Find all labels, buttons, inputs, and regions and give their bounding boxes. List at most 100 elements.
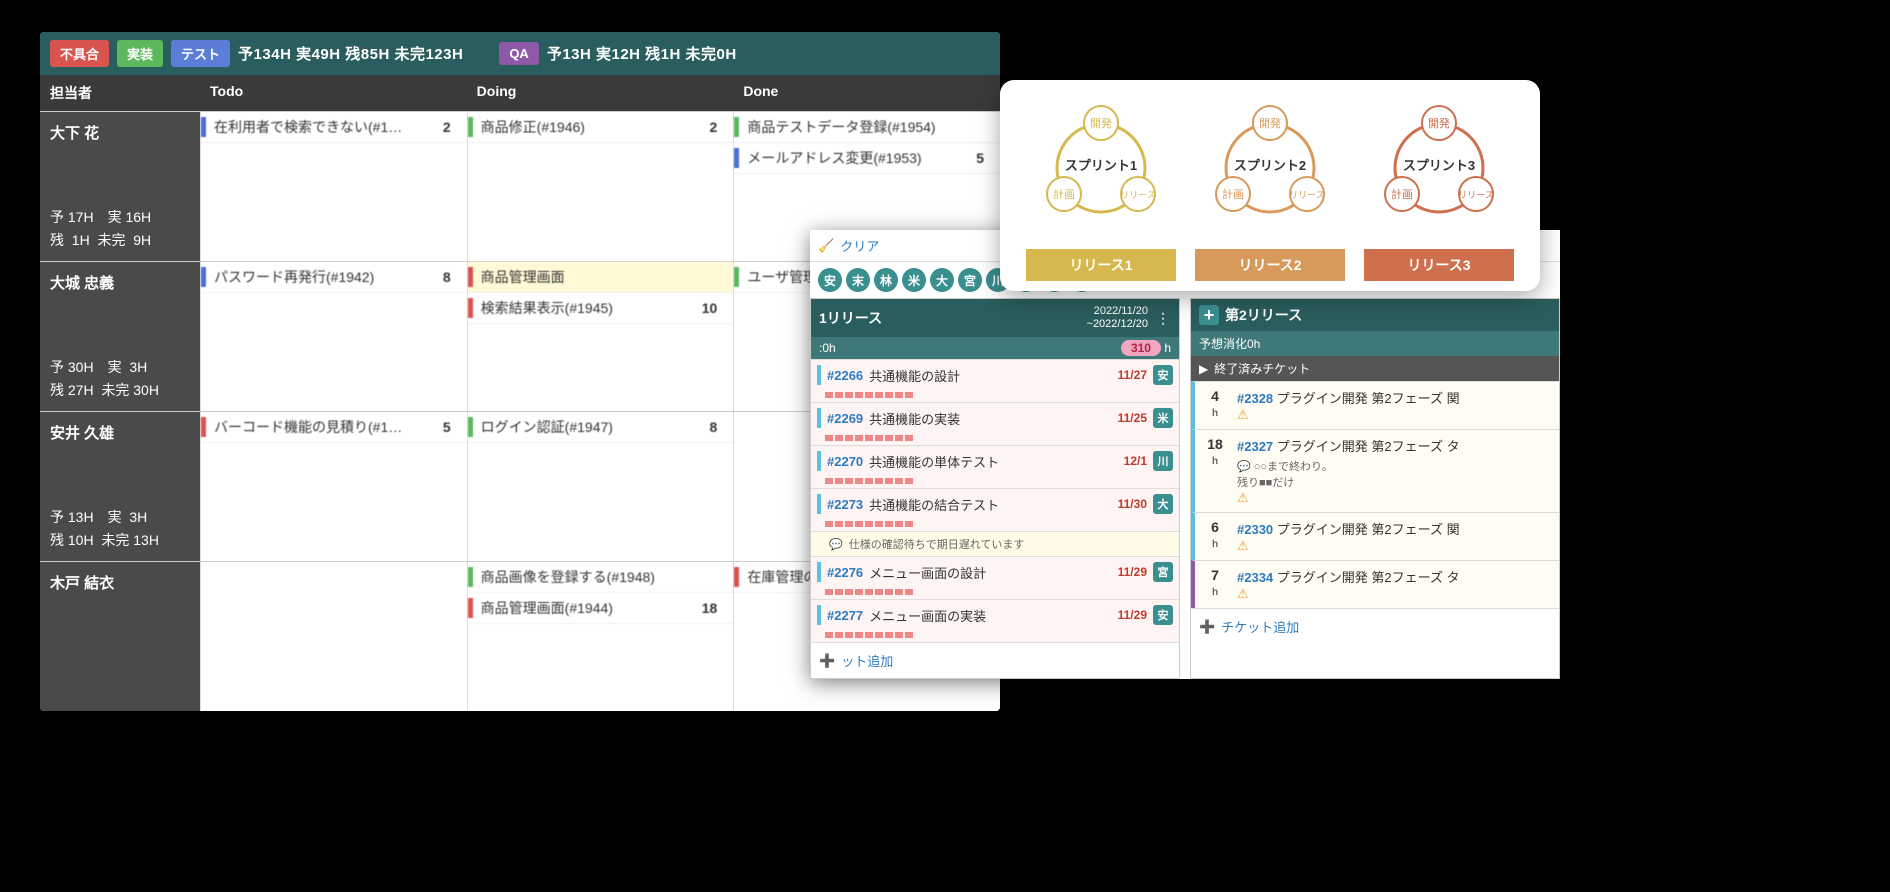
sprint-cycle: 開発 計画 リリース スプリント3 リリース3	[1364, 98, 1514, 281]
lane-doing[interactable]: 商品管理画面検索結果表示(#1945)10	[467, 262, 734, 411]
ticket-card[interactable]: メールアドレス変更(#1953)5	[734, 143, 1000, 174]
plus-icon[interactable]: +	[1199, 305, 1219, 325]
svg-text:開発: 開発	[1259, 116, 1281, 130]
warning-icon: ⚠	[1237, 407, 1553, 423]
assignee-name: 大下 花	[50, 122, 190, 143]
backlog-ticket[interactable]: 6h #2330 プラグイン開発 第2フェーズ 関⚠	[1191, 512, 1559, 560]
card-text: パスワード再発行(#1942)	[214, 267, 437, 287]
card-text: 商品管理画面(#1944)	[481, 598, 696, 618]
backlog-ticket[interactable]: #2269 共通機能の実装 11/25 米	[811, 402, 1179, 433]
ticket-card[interactable]: ログイン認証(#1947)8	[468, 412, 734, 443]
ticket-card[interactable]: 在利用者で検索できない(#1…2	[201, 112, 467, 143]
avatar[interactable]: 大	[930, 268, 954, 292]
lane-todo[interactable]	[200, 562, 467, 711]
ticket-hours: 18h	[1201, 436, 1229, 506]
backlog-ticket[interactable]: #2276 メニュー画面の設計 11/29 宮	[811, 556, 1179, 587]
ticket-date: 11/29	[1118, 608, 1147, 622]
ticket-id: #2277	[827, 608, 863, 623]
release-2-header: +第2リリース	[1191, 299, 1559, 331]
card-color-bar	[468, 598, 473, 618]
warning-icon: ⚠	[1237, 490, 1553, 506]
triangle-right-icon: ▶	[1199, 362, 1208, 376]
ticket-bar	[817, 365, 821, 385]
svg-text:開発: 開発	[1090, 116, 1112, 130]
ticket-id: #2334	[1237, 570, 1273, 585]
card-color-bar	[468, 417, 473, 437]
avatar[interactable]: 末	[846, 268, 870, 292]
ticket-date: 11/27	[1118, 368, 1147, 382]
ticket-title: メニュー画面の設計	[869, 563, 1111, 582]
col-header-assignee: 担当者	[40, 75, 200, 111]
backlog-ticket[interactable]: #2270 共通機能の単体テスト 12/1 川	[811, 445, 1179, 476]
tag-bug[interactable]: 不具合	[50, 40, 109, 67]
ticket-avatar[interactable]: 米	[1153, 408, 1173, 428]
tag-impl[interactable]: 実装	[117, 40, 163, 67]
add-ticket-rel2[interactable]: ➕ チケット追加	[1191, 608, 1559, 644]
ticket-bar	[817, 562, 821, 582]
card-color-bar	[468, 267, 473, 287]
col-header-done: Done	[733, 75, 1000, 111]
ticket-date: 12/1	[1124, 454, 1147, 468]
clear-link[interactable]: クリア	[840, 236, 879, 255]
card-color-bar	[201, 417, 206, 437]
ticket-note: 💬 ○○まで終わり。残り■■だけ	[1237, 458, 1553, 490]
svg-text:計画: 計画	[1222, 187, 1244, 201]
lane-todo[interactable]: パスワード再発行(#1942)8	[200, 262, 467, 411]
lane-doing[interactable]: ログイン認証(#1947)8	[467, 412, 734, 561]
lane-doing[interactable]: 商品画像を登録する(#1948)商品管理画面(#1944)18	[467, 562, 734, 711]
backlog-ticket[interactable]: 7h #2334 プラグイン開発 第2フェーズ タ⚠	[1191, 560, 1559, 608]
card-color-bar	[468, 117, 473, 137]
backlog-ticket[interactable]: 4h #2328 プラグイン開発 第2フェーズ 関⚠	[1191, 381, 1559, 429]
ticket-card[interactable]: 商品管理画面	[468, 262, 734, 293]
ticket-card[interactable]: バーコード機能の見積り(#1…5	[201, 412, 467, 443]
backlog-ticket[interactable]: 18h #2327 プラグイン開発 第2フェーズ タ💬 ○○まで終わり。残り■■…	[1191, 429, 1559, 512]
svg-text:リリース: リリース	[1458, 190, 1494, 200]
release-1-subheader: :0h 310 h	[811, 337, 1179, 359]
avatar[interactable]: 安	[818, 268, 842, 292]
ticket-card[interactable]: 商品画像を登録する(#1948)	[468, 562, 734, 593]
tag-test[interactable]: テスト	[171, 40, 230, 67]
ticket-id: #2330	[1237, 522, 1273, 537]
card-text: 検索結果表示(#1945)	[481, 298, 696, 318]
ticket-card[interactable]: 商品修正(#1946)2	[468, 112, 734, 143]
lane-todo[interactable]: バーコード機能の見積り(#1…5	[200, 412, 467, 561]
svg-text:リリース: リリース	[1289, 190, 1325, 200]
add-icon: ➕	[819, 653, 835, 669]
assignee-cell: 木戸 結衣	[40, 562, 200, 711]
ticket-progress	[811, 433, 1179, 445]
ticket-card[interactable]: 商品管理画面(#1944)18	[468, 593, 734, 624]
ticket-avatar[interactable]: 宮	[1153, 562, 1173, 582]
ticket-card[interactable]: 商品テストデータ登録(#1954)	[734, 112, 1000, 143]
tag-qa[interactable]: QA	[499, 42, 539, 65]
assignee-stats: 予 30H 実 3H 残 27H 未完 30H	[50, 356, 190, 401]
release-1-dates: 2022/11/20 ~2022/12/20	[1087, 305, 1148, 331]
done-tickets-toggle[interactable]: ▶ 終了済みチケット	[1191, 356, 1559, 381]
avatar[interactable]: 林	[874, 268, 898, 292]
ticket-avatar[interactable]: 安	[1153, 605, 1173, 625]
lane-todo[interactable]: 在利用者で検索できない(#1…2	[200, 112, 467, 261]
clear-icon[interactable]: 🧹	[818, 238, 834, 254]
ticket-card[interactable]: パスワード再発行(#1942)8	[201, 262, 467, 293]
speech-icon: 💬	[1237, 461, 1251, 473]
add-ticket-rel1[interactable]: ➕ ット追加	[811, 642, 1179, 678]
release-2-subheader: 予想消化0h	[1191, 331, 1559, 356]
kebab-menu-icon[interactable]: ⋮	[1156, 310, 1171, 327]
ticket-card[interactable]: 検索結果表示(#1945)10	[468, 293, 734, 324]
ticket-avatar[interactable]: 川	[1153, 451, 1173, 471]
lane-doing[interactable]: 商品修正(#1946)2	[467, 112, 734, 261]
svg-text:スプリント3: スプリント3	[1403, 158, 1475, 173]
backlog-ticket[interactable]: #2273 共通機能の結合テスト 11/30 大	[811, 488, 1179, 519]
ticket-progress	[811, 390, 1179, 402]
ticket-avatar[interactable]: 大	[1153, 494, 1173, 514]
add-ticket-label: ット追加	[841, 651, 893, 670]
ticket-date: 11/29	[1118, 565, 1147, 579]
ticket-id: #2273	[827, 497, 863, 512]
backlog-ticket[interactable]: #2277 メニュー画面の実装 11/29 安	[811, 599, 1179, 630]
cycle-diagram: 開発 計画 リリース スプリント1	[1026, 98, 1176, 238]
avatar[interactable]: 宮	[958, 268, 982, 292]
backlog-ticket[interactable]: #2266 共通機能の設計 11/27 安	[811, 359, 1179, 390]
release-2-estimate: 予想消化0h	[1199, 335, 1260, 352]
ticket-avatar[interactable]: 安	[1153, 365, 1173, 385]
avatar[interactable]: 米	[902, 268, 926, 292]
svg-text:スプリント1: スプリント1	[1065, 158, 1137, 173]
